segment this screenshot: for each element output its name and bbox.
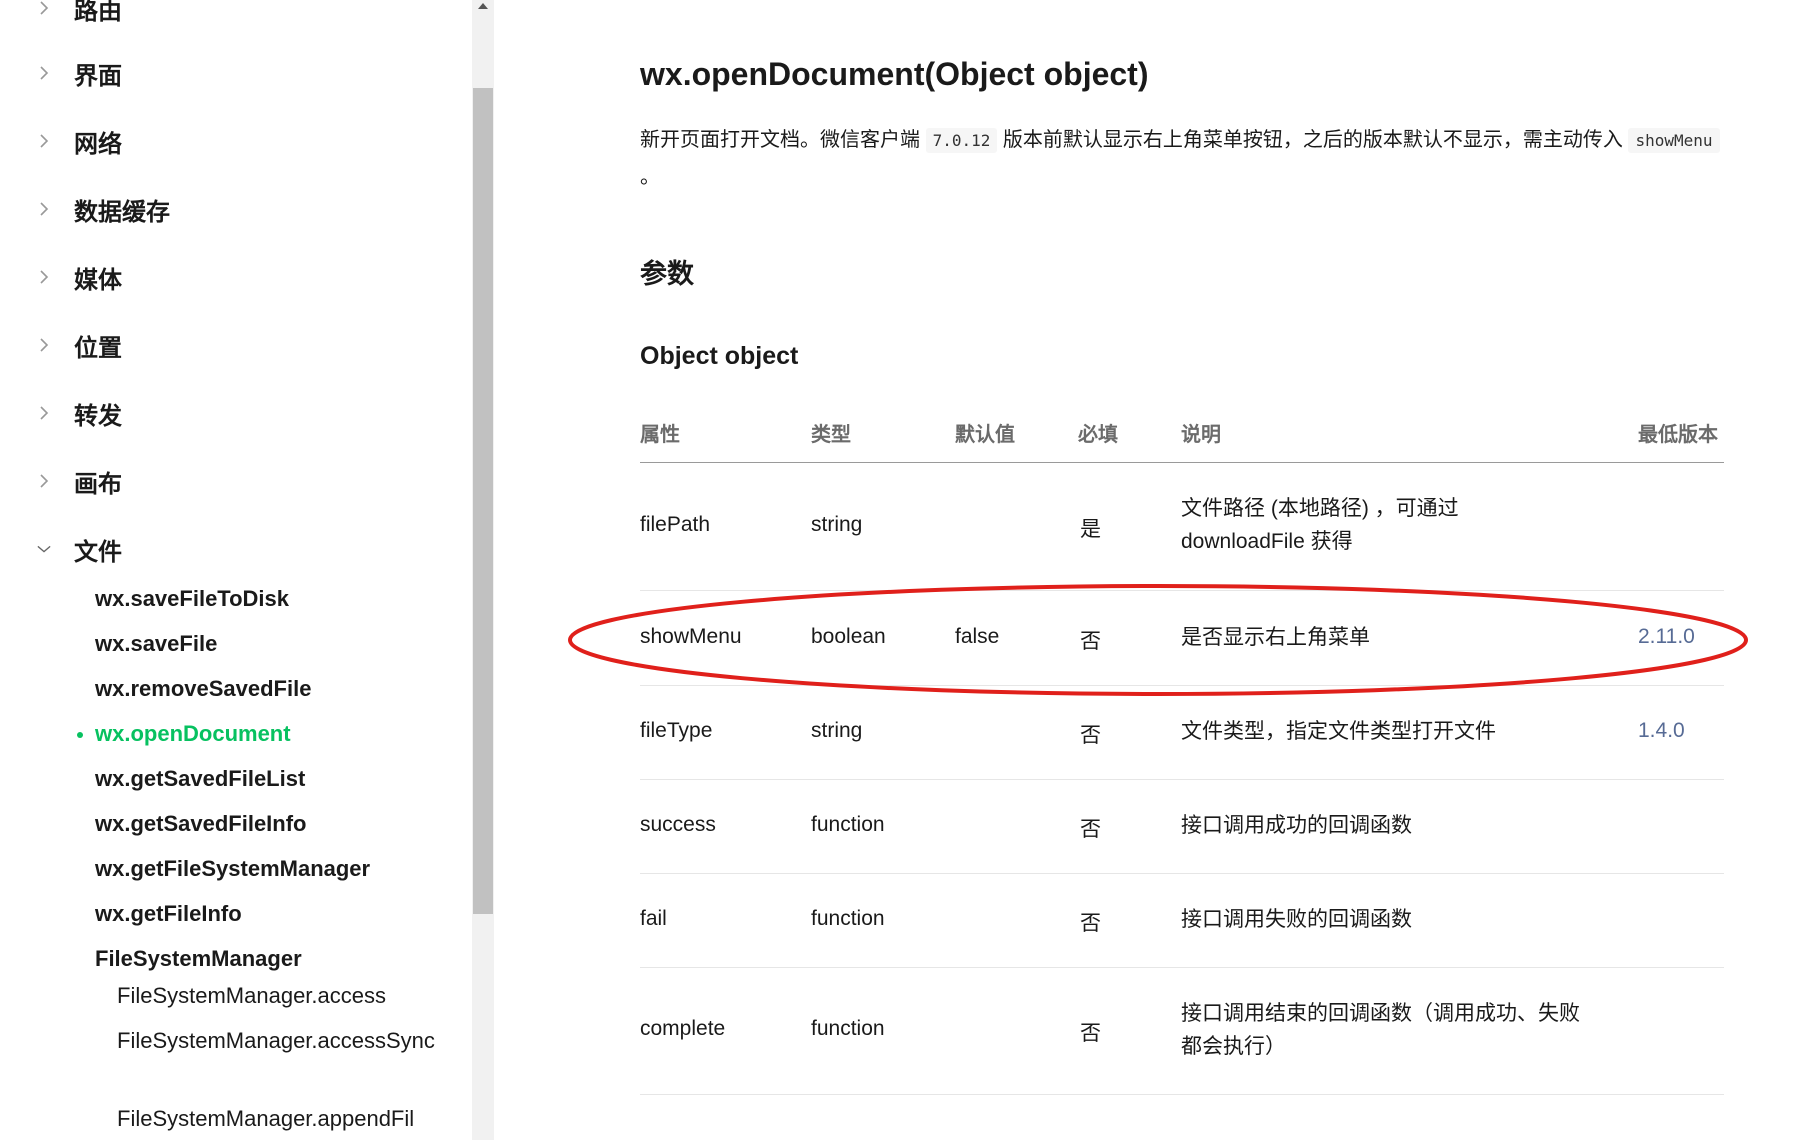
inline-code-showmenu: showMenu bbox=[1628, 128, 1720, 153]
sidebar-subitem-access[interactable]: FileSystemManager.access bbox=[117, 979, 437, 1012]
sidebar-category-label: 界面 bbox=[74, 62, 122, 90]
sidebar-category-label: 媒体 bbox=[74, 266, 122, 294]
col-header-type: 类型 bbox=[811, 424, 851, 446]
sidebar-category-file[interactable]: 文件 bbox=[0, 529, 470, 569]
cell-desc: 文件类型，指定文件类型打开文件 bbox=[1181, 720, 1496, 743]
sidebar-category-label: 数据缓存 bbox=[74, 198, 170, 226]
cell-required: 否 bbox=[1080, 1022, 1101, 1045]
cell-attr: filePath bbox=[640, 513, 711, 536]
cell-desc: 文件路径 (本地路径) ，可通过 downloadFile 获得 bbox=[1181, 497, 1459, 553]
table-row: fileType string 否 文件类型，指定文件类型打开文件 1.4.0 bbox=[640, 686, 1724, 780]
cell-desc: 接口调用失败的回调函数 bbox=[1181, 908, 1412, 931]
table-row: showMenu boolean false 否 是否显示右上角菜单 2.11.… bbox=[640, 591, 1724, 686]
cell-attr: fileType bbox=[640, 719, 713, 742]
cell-required: 否 bbox=[1080, 630, 1101, 653]
cell-type: boolean bbox=[811, 625, 886, 648]
cell-desc: 是否显示右上角菜单 bbox=[1181, 626, 1370, 649]
cell-type: function bbox=[811, 907, 885, 930]
chevron-right-icon bbox=[37, 1, 51, 15]
sidebar-item-getfileinfo[interactable]: wx.getFileInfo bbox=[95, 901, 242, 927]
inline-code-version: 7.0.12 bbox=[925, 128, 998, 153]
sidebar-item-removesavedfile[interactable]: wx.removeSavedFile bbox=[95, 676, 311, 702]
cell-type: function bbox=[811, 813, 885, 836]
sidebar-category-label: 网络 bbox=[74, 130, 122, 158]
desc-text: 版本前默认显示右上角菜单按钮，之后的版本默认不显示，需主动传入 bbox=[997, 129, 1629, 151]
chevron-right-icon bbox=[37, 406, 51, 420]
sidebar-category-label: 画布 bbox=[74, 470, 122, 498]
scroll-up-arrow-icon[interactable] bbox=[475, 0, 491, 12]
cell-attr: complete bbox=[640, 1017, 726, 1040]
desc-text: 新开页面打开文档。微信客户端 bbox=[640, 129, 926, 151]
sidebar-category-storage[interactable]: 数据缓存 bbox=[0, 189, 470, 229]
cell-attr: fail bbox=[640, 907, 667, 930]
chevron-down-icon bbox=[37, 542, 51, 556]
table-row: fail function 否 接口调用失败的回调函数 bbox=[640, 874, 1724, 968]
object-heading: Object object bbox=[640, 342, 799, 370]
sidebar-subitem-appendfile[interactable]: FileSystemManager.appendFil bbox=[117, 1102, 437, 1135]
sidebar-item-label: wx.openDocument bbox=[95, 721, 291, 746]
sidebar-category-network[interactable]: 网络 bbox=[0, 121, 470, 161]
cell-attr: showMenu bbox=[640, 625, 742, 648]
sidebar-item-getfilesystemmanager[interactable]: wx.getFileSystemManager bbox=[95, 856, 370, 882]
sidebar-item-filesystemmanager[interactable]: FileSystemManager bbox=[95, 946, 302, 972]
cell-required: 否 bbox=[1080, 724, 1101, 747]
sidebar-category-ui[interactable]: 界面 bbox=[0, 53, 470, 93]
sidebar-item-opendocument[interactable]: wx.openDocument bbox=[77, 721, 291, 747]
cell-default: false bbox=[955, 625, 1000, 648]
cell-desc: 接口调用结束的回调函数（调用成功、失败都会执行） bbox=[1181, 1002, 1580, 1058]
desc-text: 。 bbox=[640, 166, 660, 188]
chevron-right-icon bbox=[37, 134, 51, 148]
chevron-right-icon bbox=[37, 474, 51, 488]
col-header-attr: 属性 bbox=[640, 424, 680, 446]
cell-attr: success bbox=[640, 813, 716, 836]
params-heading: 参数 bbox=[640, 259, 694, 289]
api-description: 新开页面打开文档。微信客户端 7.0.12 版本前默认显示右上角菜单按钮，之后的… bbox=[640, 122, 1740, 195]
sidebar-category-route[interactable]: 路由 bbox=[0, 0, 470, 28]
sidebar-category-location[interactable]: 位置 bbox=[0, 325, 470, 365]
sidebar-scrollbar-thumb[interactable] bbox=[473, 88, 493, 914]
version-link[interactable]: 2.11.0 bbox=[1638, 625, 1695, 649]
sidebar-category-label: 路由 bbox=[74, 0, 122, 25]
chevron-right-icon bbox=[37, 202, 51, 216]
col-header-desc: 说明 bbox=[1181, 424, 1221, 446]
active-indicator-dot bbox=[77, 732, 83, 738]
cell-desc: 接口调用成功的回调函数 bbox=[1181, 814, 1412, 837]
chevron-right-icon bbox=[37, 338, 51, 352]
col-header-version: 最低版本 bbox=[1638, 424, 1718, 446]
sidebar-item-savefile[interactable]: wx.saveFile bbox=[95, 631, 217, 657]
table-row: filePath string 是 文件路径 (本地路径) ，可通过 downl… bbox=[640, 463, 1724, 591]
cell-required: 是 bbox=[1080, 518, 1101, 541]
sidebar-item-getsavedfilelist[interactable]: wx.getSavedFileList bbox=[95, 766, 305, 792]
chevron-right-icon bbox=[37, 270, 51, 284]
cell-required: 否 bbox=[1080, 912, 1101, 935]
col-header-default: 默认值 bbox=[955, 424, 1015, 446]
sidebar-category-share[interactable]: 转发 bbox=[0, 393, 470, 433]
sidebar-item-savefiletodisk[interactable]: wx.saveFileToDisk bbox=[95, 586, 289, 612]
table-row: success function 否 接口调用成功的回调函数 bbox=[640, 780, 1724, 874]
chevron-right-icon bbox=[37, 66, 51, 80]
version-link[interactable]: 1.4.0 bbox=[1638, 719, 1685, 743]
sidebar-category-media[interactable]: 媒体 bbox=[0, 257, 470, 297]
sidebar: 路由 界面 网络 数据缓存 媒体 位置 转发 画布 文件 wx.saveFile… bbox=[0, 0, 474, 1140]
page-title: wx.openDocument(Object object) bbox=[640, 56, 1149, 92]
sidebar-category-label: 位置 bbox=[74, 334, 122, 362]
cell-type: function bbox=[811, 1017, 885, 1040]
col-header-required: 必填 bbox=[1078, 424, 1118, 446]
sidebar-subitem-accesssync[interactable]: FileSystemManager.accessSync bbox=[117, 1024, 437, 1057]
sidebar-category-canvas[interactable]: 画布 bbox=[0, 461, 470, 501]
sidebar-category-label: 转发 bbox=[74, 402, 122, 430]
sidebar-item-getsavedfileinfo[interactable]: wx.getSavedFileInfo bbox=[95, 811, 307, 837]
table-row: complete function 否 接口调用结束的回调函数（调用成功、失败都… bbox=[640, 968, 1724, 1095]
cell-type: string bbox=[811, 719, 863, 742]
cell-required: 否 bbox=[1080, 818, 1101, 841]
cell-type: string bbox=[811, 513, 863, 536]
sidebar-category-label: 文件 bbox=[74, 538, 122, 566]
